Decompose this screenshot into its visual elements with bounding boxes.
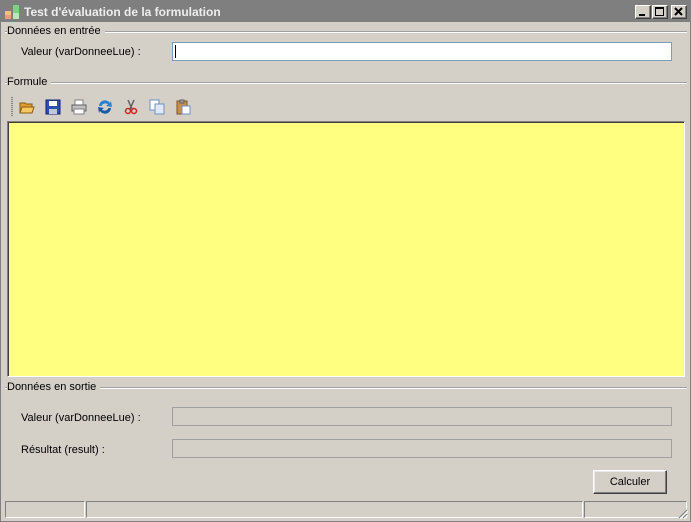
status-bar — [1, 499, 690, 521]
close-icon — [674, 7, 683, 16]
output-value-field[interactable] — [172, 407, 672, 426]
maximize-button[interactable] — [652, 5, 668, 19]
toolbar-grip[interactable] — [11, 97, 13, 117]
formula-editor[interactable] — [7, 121, 685, 377]
result-label: Résultat (result) : — [21, 444, 105, 456]
minimize-button[interactable] — [635, 5, 651, 19]
status-panel-3 — [584, 501, 687, 518]
copy-icon[interactable] — [149, 99, 165, 115]
output-value-label: Valeur (varDonneeLue) : — [21, 412, 141, 424]
app-icon — [5, 5, 19, 19]
save-icon[interactable] — [45, 99, 61, 115]
status-panel-1 — [5, 501, 85, 518]
window-title: Test d'évaluation de la formulation — [24, 5, 221, 19]
app-window: Test d'évaluation de la formulation Donn… — [0, 0, 691, 522]
resize-grip-icon[interactable] — [676, 507, 688, 519]
text-caret — [175, 45, 176, 58]
maximize-icon — [655, 7, 664, 16]
paste-icon[interactable] — [175, 99, 191, 115]
minimize-icon — [639, 14, 645, 16]
title-bar[interactable]: Test d'évaluation de la formulation — [1, 1, 690, 22]
formula-toolbar — [9, 95, 209, 119]
close-button[interactable] — [671, 5, 687, 19]
formula-group-label: Formule — [7, 76, 52, 88]
cut-icon[interactable] — [123, 99, 139, 115]
input-group-border — [5, 31, 687, 33]
output-group-label: Données en sortie — [7, 381, 101, 393]
refresh-icon[interactable] — [97, 99, 113, 115]
open-icon[interactable] — [19, 99, 35, 115]
formula-group-border — [5, 82, 687, 84]
input-value-field[interactable] — [172, 42, 672, 61]
result-field[interactable] — [172, 439, 672, 458]
input-group-label: Données en entrée — [7, 25, 105, 37]
output-group-border — [5, 387, 687, 389]
input-value-label: Valeur (varDonneeLue) : — [21, 46, 141, 58]
status-panel-2 — [86, 501, 583, 518]
print-icon[interactable] — [71, 99, 87, 115]
calculate-button[interactable]: Calculer — [593, 470, 667, 494]
